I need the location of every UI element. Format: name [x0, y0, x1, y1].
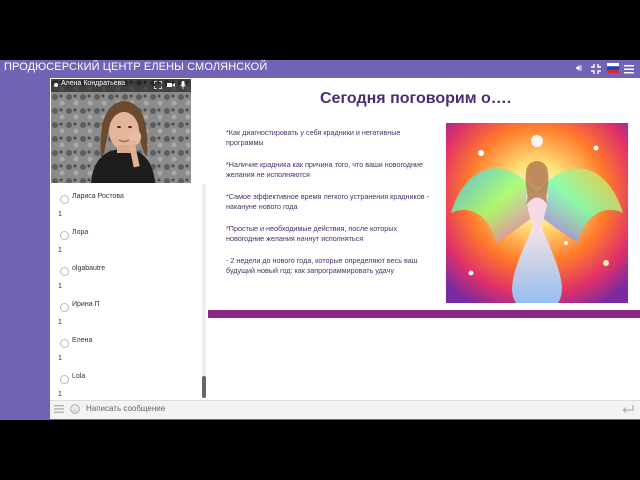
slide-divider: [208, 310, 640, 318]
list-item: Lola 1: [58, 372, 198, 398]
user-name: Lola: [72, 373, 86, 380]
chat-message-list[interactable]: Лариса Ростова 1 Лора 1 olgabautre 1 Ири…: [58, 184, 198, 398]
microphone-icon[interactable]: [179, 81, 187, 89]
user-name: Лора: [72, 229, 89, 236]
slide-title: Сегодня поговорим о….: [320, 90, 512, 107]
list-icon[interactable]: [54, 404, 64, 414]
list-item: Ирина П 1: [58, 300, 198, 330]
presenter-name: Алена Кондратьева: [61, 80, 126, 87]
user-icon: [60, 231, 69, 240]
slide-bullet: *Простые и необходимые действия, после к…: [226, 224, 398, 243]
slide-bullet: *Наличие крадника как причина того, что …: [226, 160, 423, 179]
camera-icon[interactable]: [167, 81, 175, 89]
video-toolbar: Алена Кондратьева: [51, 79, 191, 92]
send-icon[interactable]: [622, 404, 634, 414]
user-message: 1: [58, 319, 62, 326]
user-message: 1: [58, 355, 62, 362]
user-message: 1: [58, 283, 62, 290]
angel-image: [446, 123, 628, 303]
slide-bullet: - 2 недели до нового года, которые опред…: [226, 256, 418, 275]
webinar-app: ПРОДЮСЕРСКИЙ ЦЕНТР ЕЛЕНЫ СМОЛЯНСКОЙ 🔊︎ А…: [0, 60, 640, 420]
user-icon: [60, 375, 69, 384]
user-name: Елена: [72, 337, 93, 344]
slide-bullet: *Самое эффективное время легкого устране…: [226, 192, 429, 211]
chat-input-bar: Написать сообщение: [50, 400, 640, 419]
user-icon: [60, 339, 69, 348]
fullscreen-icon[interactable]: [153, 80, 163, 90]
list-item: olgabautre 1: [58, 264, 198, 294]
flag-ru-icon[interactable]: [607, 63, 619, 75]
user-message: 1: [58, 211, 62, 218]
emoji-icon[interactable]: [70, 404, 80, 414]
user-icon: [60, 267, 69, 276]
exit-fullscreen-icon[interactable]: [590, 63, 602, 75]
slide-bullet: *Как диагностировать у себя крадники и н…: [226, 128, 401, 147]
user-name: Лариса Ростова: [72, 193, 124, 200]
presenter-video-frame: [51, 79, 191, 183]
presenter-video[interactable]: Алена Кондратьева: [51, 79, 191, 183]
user-icon: [60, 303, 69, 312]
list-item: Елена 1: [58, 336, 198, 366]
user-message: 1: [58, 391, 62, 398]
user-message: 1: [58, 247, 62, 254]
top-bar: ПРОДЮСЕРСКИЙ ЦЕНТР ЕЛЕНЫ СМОЛЯНСКОЙ 🔊︎: [0, 60, 640, 78]
user-name: olgabautre: [72, 265, 106, 272]
user-name: Ирина П: [72, 301, 100, 308]
app-title: ПРОДЮСЕРСКИЙ ЦЕНТР ЕЛЕНЫ СМОЛЯНСКОЙ: [4, 61, 268, 73]
status-dot-icon: [54, 83, 58, 87]
message-input[interactable]: Написать сообщение: [86, 404, 165, 413]
presentation-slide: Сегодня поговорим о…. *Как диагностирова…: [206, 78, 640, 400]
volume-icon[interactable]: 🔊︎: [573, 63, 585, 75]
menu-icon[interactable]: [623, 63, 635, 75]
list-item: Лора 1: [58, 228, 198, 258]
list-item: Лариса Ростова 1: [58, 192, 198, 222]
user-icon: [60, 195, 69, 204]
